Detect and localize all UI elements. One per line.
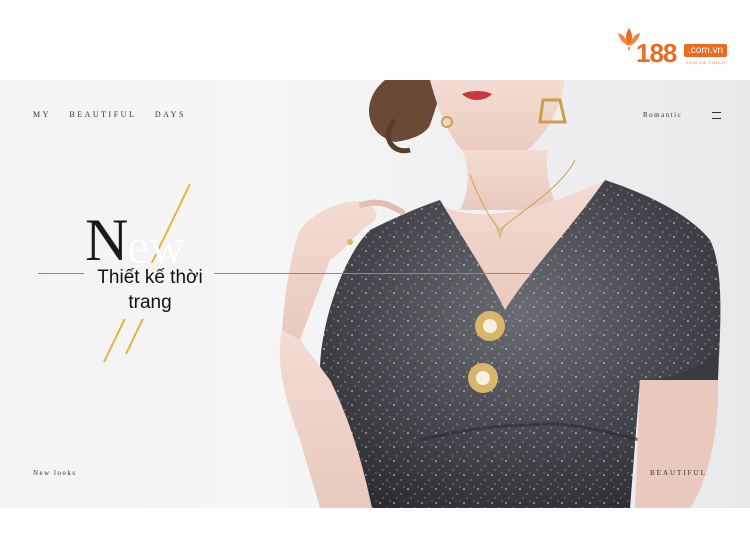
hero-banner[interactable]: MY BEAUTIFUL DAYS Romantic N ew Thiết kế…: [0, 80, 750, 508]
new-title-letter: N: [85, 207, 129, 273]
logo-number: 188: [636, 38, 677, 68]
logo-tagline: XEM LÀ THÍCH: [686, 60, 726, 65]
site-logo[interactable]: 188 .com.vn XEM LÀ THÍCH: [616, 24, 736, 70]
nav-word-days: DAYS: [154, 110, 186, 119]
nav-word-my: MY: [33, 110, 51, 119]
logo-domain: .com.vn: [684, 44, 728, 57]
bottom-bar: [0, 508, 750, 544]
caption-beautiful: BEAUTIFUL: [650, 469, 707, 477]
caption-new-looks: New looks: [33, 469, 77, 477]
hamburger-menu-icon[interactable]: [712, 112, 721, 119]
nav-romantic[interactable]: Romantic: [643, 111, 682, 119]
headline: Thiết kế thời trang: [97, 267, 203, 313]
nav-tagline: MY BEAUTIFUL DAYS: [33, 110, 200, 119]
nav-word-beautiful: BEAUTIFUL: [69, 110, 137, 119]
